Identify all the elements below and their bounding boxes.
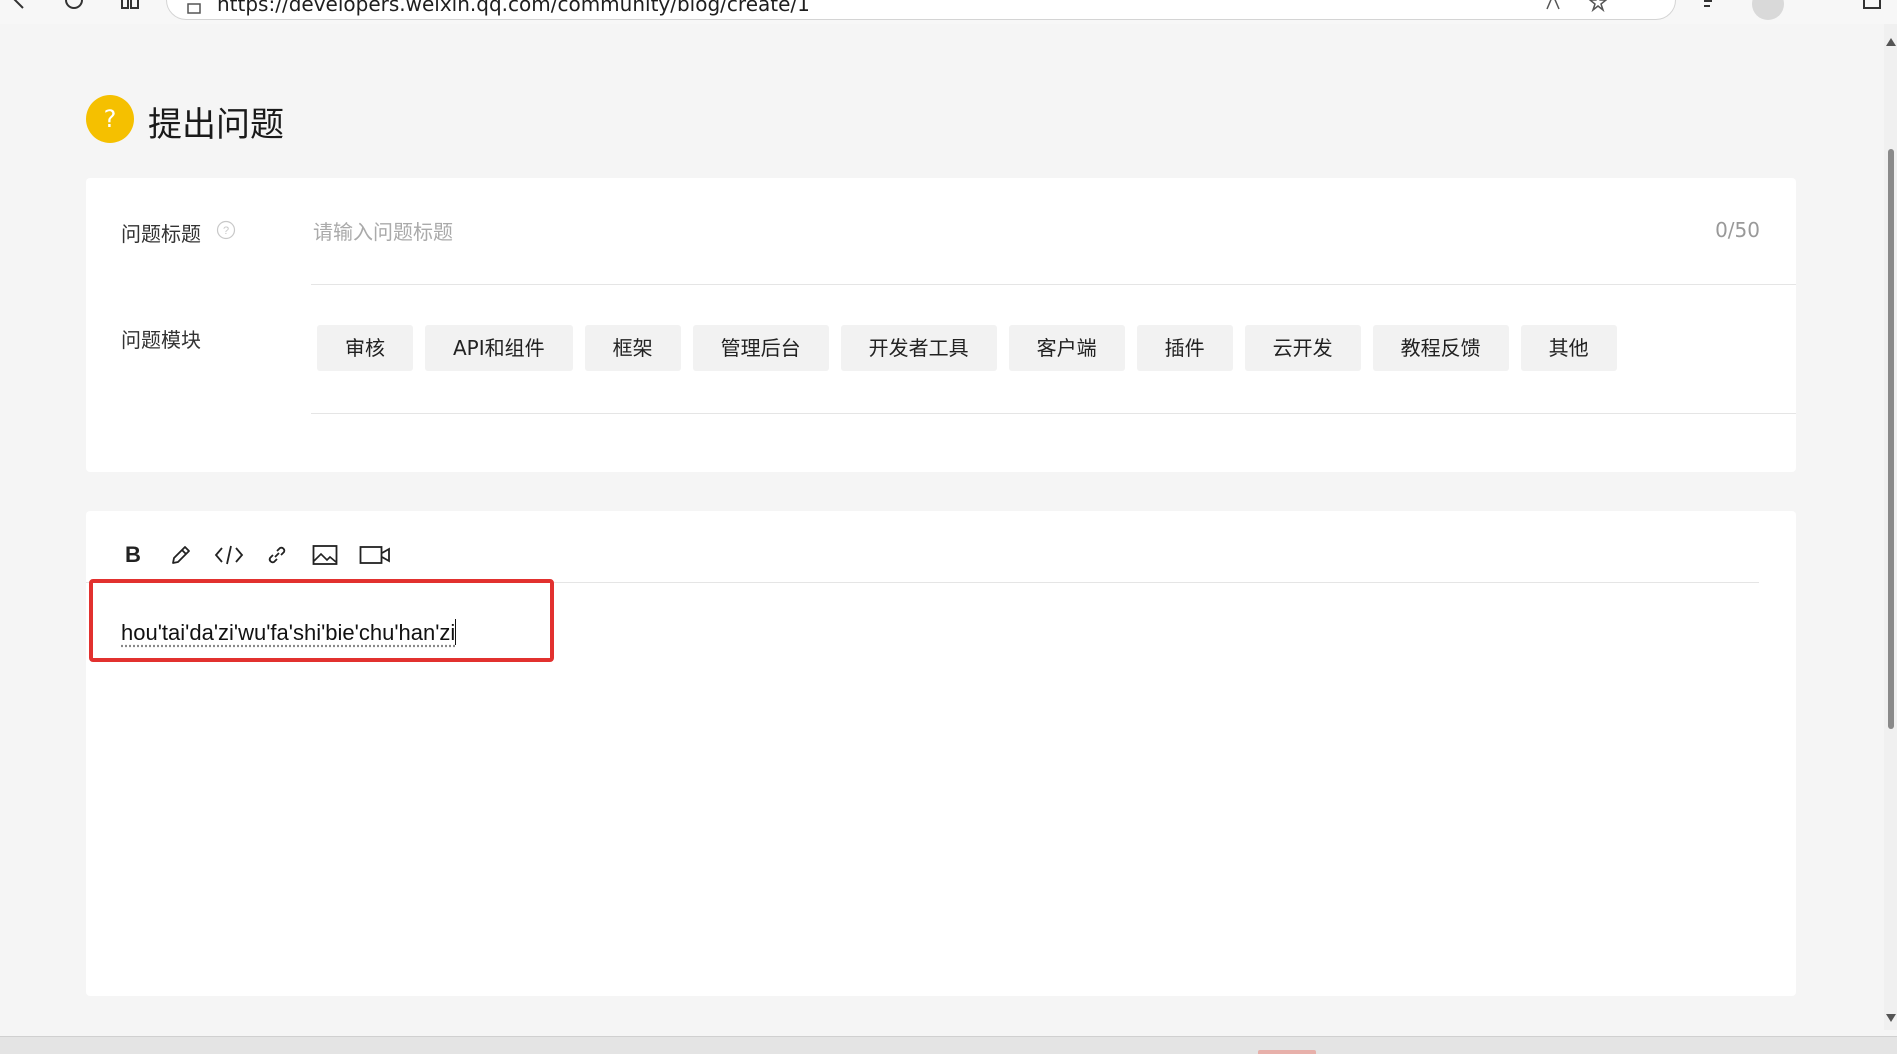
module-chip-group: 审核 API和组件 框架 管理后台 开发者工具 客户端 插件 云开发 教程反馈 … (317, 325, 1617, 371)
module-chip-plugin[interactable]: 插件 (1136, 325, 1233, 371)
bold-button[interactable]: B (118, 540, 148, 570)
title-input[interactable] (311, 200, 1715, 264)
highlight-button[interactable] (166, 540, 196, 570)
module-chip-admin[interactable]: 管理后台 (692, 325, 829, 371)
question-icon: ? (86, 95, 134, 143)
scroll-thumb[interactable] (1888, 149, 1894, 729)
collections-icon[interactable] (1700, 0, 1724, 12)
question-form-card: 问题标题 ? 0/50 问题模块 审核 API和组件 框架 管理后台 开发者工具… (86, 178, 1796, 472)
code-button[interactable] (214, 540, 244, 570)
title-divider (311, 284, 1796, 285)
image-button[interactable] (310, 540, 340, 570)
taskbar-indicator (1258, 1050, 1316, 1054)
lock-icon (187, 3, 201, 14)
video-button[interactable] (358, 540, 392, 570)
help-icon[interactable]: ? (216, 220, 236, 240)
module-chip-other[interactable]: 其他 (1520, 325, 1617, 371)
browser-toolbar: https://developers.weixin.qq.com/communi… (0, 0, 1897, 24)
window-icon[interactable] (1860, 0, 1884, 12)
svg-text:?: ? (223, 225, 229, 237)
editor-toolbar: B (118, 533, 392, 577)
address-bar[interactable]: https://developers.weixin.qq.com/communi… (166, 0, 1676, 20)
back-icon[interactable] (8, 0, 32, 12)
read-aloud-icon[interactable] (1542, 0, 1564, 13)
page-scrollbar[interactable] (1884, 24, 1897, 1030)
video-icon (359, 546, 390, 564)
module-chip-review[interactable]: 审核 (317, 325, 413, 371)
annotation-highlight-box (89, 579, 554, 662)
scroll-up-icon[interactable] (1886, 38, 1896, 46)
pencil-icon (172, 546, 190, 564)
tabs-icon[interactable] (118, 0, 142, 12)
module-chip-client[interactable]: 客户端 (1008, 325, 1125, 371)
module-label: 问题模块 (121, 328, 201, 352)
module-chip-devtools[interactable]: 开发者工具 (840, 325, 997, 371)
scroll-down-icon[interactable] (1886, 1014, 1896, 1022)
code-icon (214, 545, 244, 565)
page-title: 提出问题 (148, 105, 284, 145)
module-chip-api-components[interactable]: API和组件 (425, 325, 573, 371)
image-icon (312, 545, 338, 565)
favorite-icon[interactable] (1587, 0, 1609, 13)
module-divider (311, 413, 1796, 414)
link-button[interactable] (262, 540, 292, 570)
title-char-counter: 0/50 (1715, 218, 1760, 242)
refresh-icon[interactable] (62, 0, 86, 12)
address-url[interactable]: https://developers.weixin.qq.com/communi… (217, 0, 810, 16)
profile-avatar[interactable] (1752, 0, 1784, 20)
title-label: 问题标题 (121, 222, 201, 246)
bottom-taskbar-strip (0, 1036, 1897, 1054)
module-chip-framework[interactable]: 框架 (584, 325, 681, 371)
link-icon (268, 546, 286, 564)
module-chip-tutorial-feedback[interactable]: 教程反馈 (1372, 325, 1509, 371)
module-chip-cloud-dev[interactable]: 云开发 (1244, 325, 1361, 371)
